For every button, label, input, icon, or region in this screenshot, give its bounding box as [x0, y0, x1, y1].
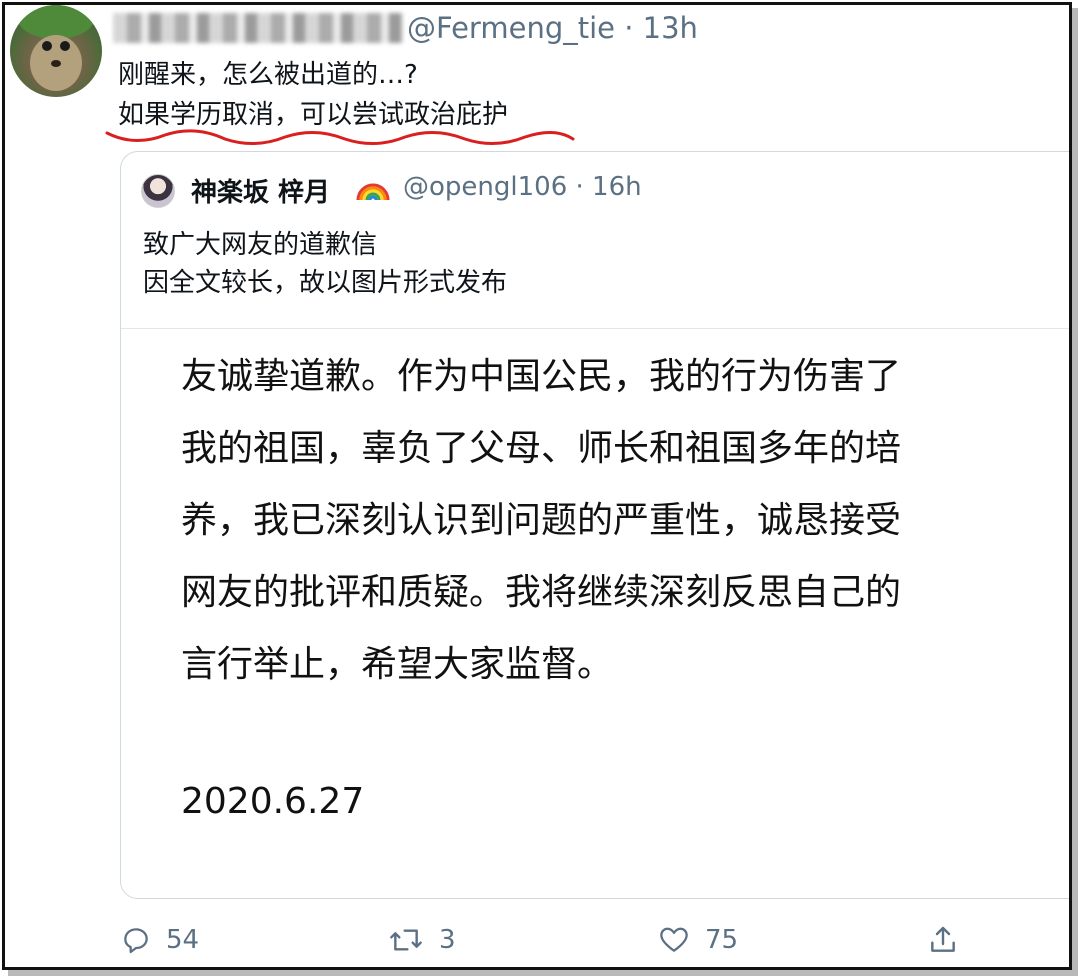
author-name-blurred — [113, 13, 403, 43]
quoted-handle[interactable]: @opengl106 — [403, 172, 567, 202]
letter-line: 言行举止，希望大家监督。 — [181, 644, 614, 685]
rainbow-icon — [356, 183, 390, 201]
meta-separator: · — [575, 172, 584, 202]
avatar-eye-right — [60, 41, 70, 51]
quoted-tweet-card[interactable]: 神楽坂 梓月 @opengl106 · 16h 致广大网友的道歉信 因全文较长，… — [120, 151, 1069, 899]
quoted-line: 因全文较长，故以图片形式发布 — [143, 268, 508, 298]
avatar-hat — [18, 5, 94, 39]
screenshot-frame: @Fermeng_tie · 13h 刚醒来，怎么被出道的…? 如果学历取消，可… — [2, 2, 1072, 970]
retweet-icon — [390, 929, 422, 951]
reply-button[interactable]: 54 — [120, 915, 199, 965]
letter-date: 2020.6.27 — [181, 781, 365, 822]
heart-icon — [660, 927, 688, 952]
letter-line: 网友的批评和质疑。我将继续深刻反思自己的 — [181, 572, 902, 613]
retweet-count: 3 — [439, 925, 456, 955]
like-button[interactable]: 75 — [657, 915, 738, 965]
reply-icon — [124, 928, 148, 954]
quoted-text: 致广大网友的道歉信 因全文较长，故以图片形式发布 — [143, 226, 507, 302]
tweet-actions: 54 3 75 — [5, 915, 1069, 965]
quoted-time[interactable]: 16h — [592, 172, 642, 202]
quoted-image-letter[interactable]: 友诚挚道歉。作为中国公民，我的行为伤害了 我的祖国，辜负了父母、师长和祖国多年的… — [121, 328, 1069, 898]
tweet-time[interactable]: 13h — [643, 11, 698, 45]
letter-body: 友诚挚道歉。作为中国公民，我的行为伤害了 我的祖国，辜负了父母、师长和祖国多年的… — [181, 341, 901, 701]
frame-shadow-bottom — [8, 970, 1078, 976]
meta-separator: · — [624, 11, 634, 45]
quoted-meta: @opengl106 · 16h — [403, 172, 642, 202]
quoted-avatar[interactable] — [141, 174, 175, 208]
avatar-eye-left — [42, 41, 52, 51]
letter-line: 友诚挚道歉。作为中国公民，我的行为伤害了 — [181, 356, 902, 397]
author-handle[interactable]: @Fermeng_tie — [407, 11, 615, 45]
quoted-display-name[interactable]: 神楽坂 梓月 — [191, 172, 330, 209]
avatar-nose — [51, 60, 61, 67]
share-icon — [931, 926, 955, 952]
red-underline-annotation — [105, 129, 575, 145]
quoted-line: 致广大网友的道歉信 — [143, 230, 378, 260]
tweet-text: 刚醒来，怎么被出道的…? 如果学历取消，可以尝试政治庇护 — [118, 55, 508, 135]
letter-line: 我的祖国，辜负了父母、师长和祖国多年的培 — [181, 428, 902, 469]
reply-count: 54 — [166, 925, 200, 955]
share-button[interactable] — [927, 915, 959, 965]
letter-line: 养，我已深刻认识到问题的严重性，诚恳接受 — [181, 500, 902, 541]
frame-shadow-right — [1072, 8, 1078, 974]
author-avatar[interactable] — [10, 5, 102, 97]
tweet-line: 刚醒来，怎么被出道的…? — [118, 60, 418, 90]
like-count: 75 — [705, 925, 739, 955]
author-meta: @Fermeng_tie · 13h — [407, 11, 698, 45]
retweet-button[interactable]: 3 — [387, 915, 456, 965]
